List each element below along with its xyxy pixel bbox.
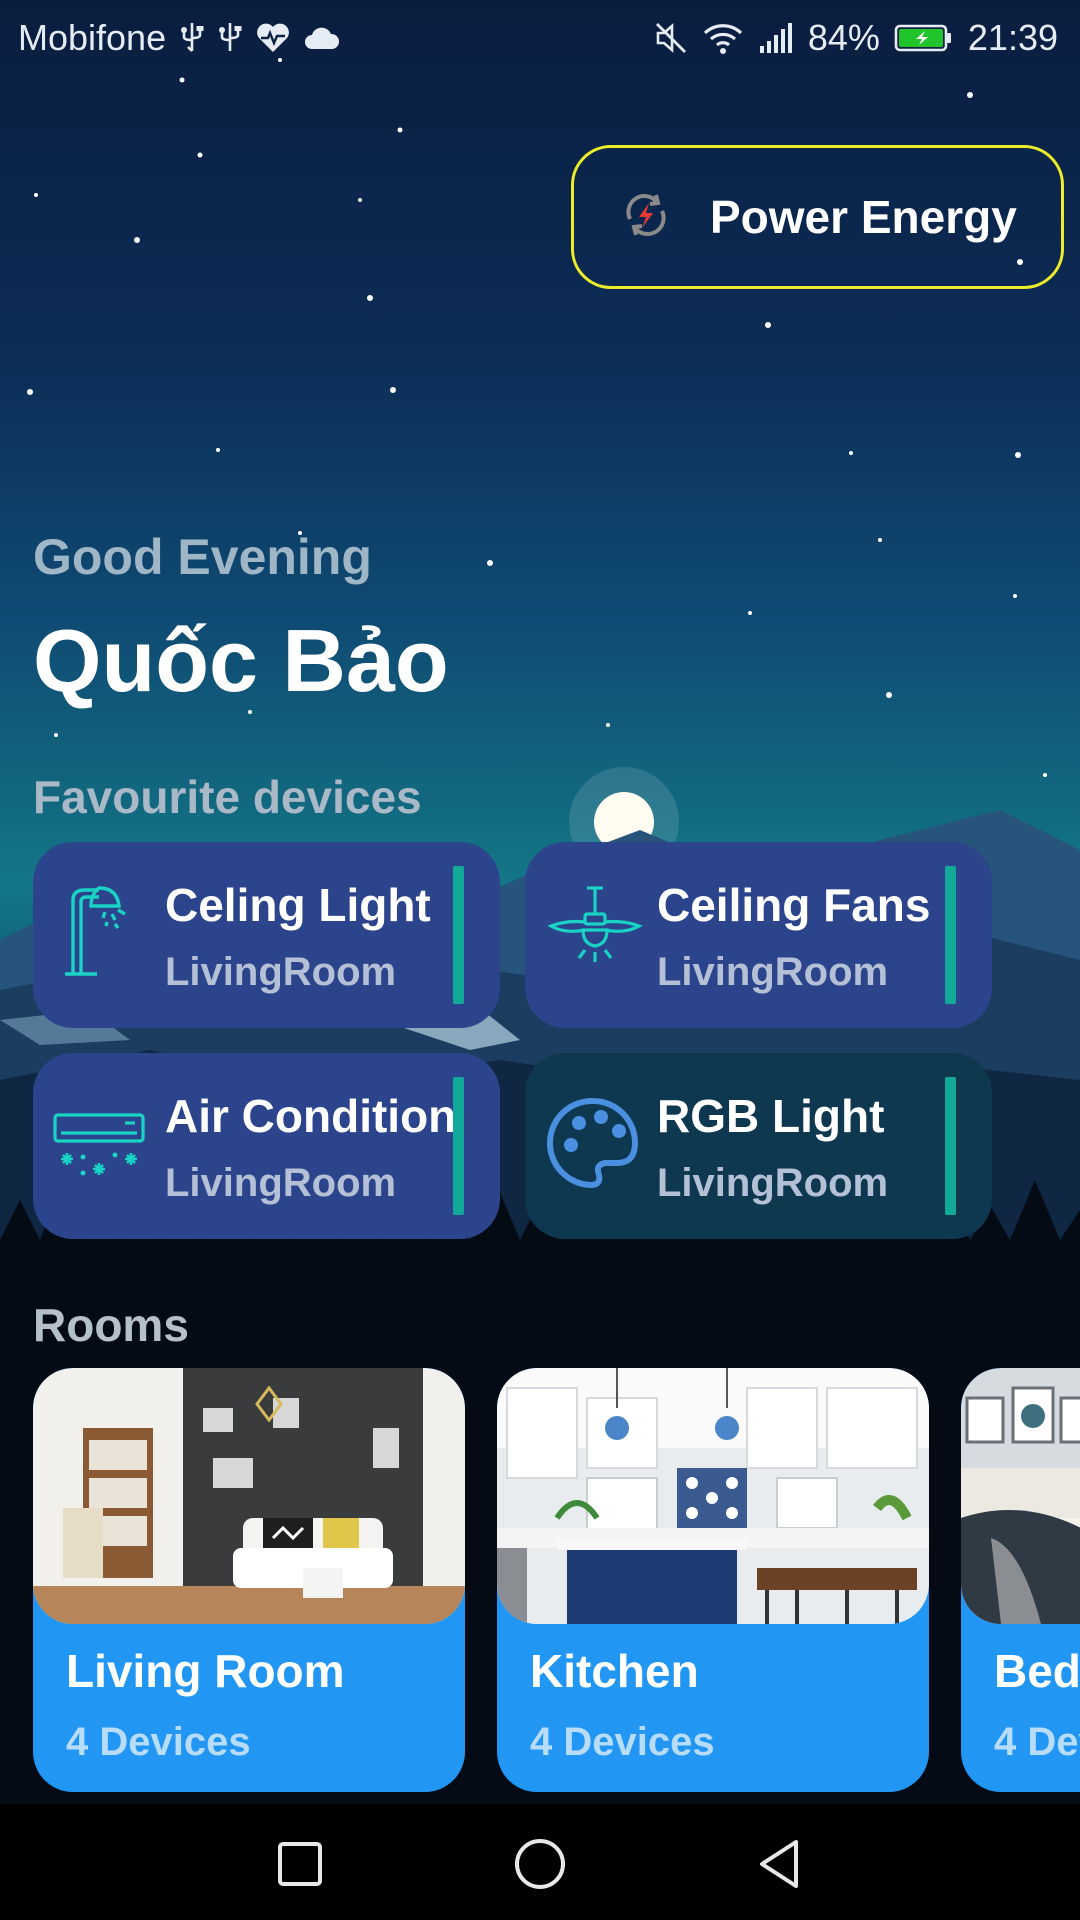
bedroom-photo <box>961 1368 1080 1624</box>
room-device-count: 4 Devices <box>994 1720 1080 1764</box>
living-room-photo <box>33 1368 465 1624</box>
device-room: LivingRoom <box>657 1161 889 1205</box>
clock: 21:39 <box>967 17 1058 58</box>
greeting-text: Good Evening <box>33 529 372 585</box>
device-name: RGB Light <box>657 1090 885 1142</box>
desk-lamp-icon <box>55 886 155 986</box>
device-card-rgb-light[interactable]: RGB Light LivingRoom <box>525 1053 992 1239</box>
power-energy-button[interactable]: Power Energy <box>571 145 1064 289</box>
status-bar: Mobifone 84% 21:39 <box>0 0 1080 76</box>
carrier-name: Mobifone <box>18 17 167 58</box>
device-status-bar <box>945 1077 956 1215</box>
usb-icon <box>218 18 242 58</box>
home-screen: Mobifone 84% 21:39 Power Energy Good Eve… <box>0 0 1080 1920</box>
cloud-icon <box>304 18 340 58</box>
device-name: Air Condition <box>165 1090 457 1142</box>
system-navigation-bar <box>0 1804 1080 1920</box>
air-conditioner-icon <box>53 1111 153 1211</box>
device-card-ceiling-fans[interactable]: Ceiling Fans LivingRoom <box>525 842 992 1028</box>
palette-icon <box>547 1097 647 1197</box>
device-room: LivingRoom <box>165 1161 397 1205</box>
room-name: Living Room <box>66 1645 345 1697</box>
device-name: Ceiling Fans <box>657 879 931 931</box>
mute-icon <box>654 18 688 58</box>
ceiling-fan-icon <box>547 886 647 986</box>
power-energy-icon <box>622 191 670 244</box>
device-status-bar <box>945 866 956 1004</box>
usb-icon <box>180 18 204 58</box>
signal-icon <box>758 18 794 58</box>
user-name: Quốc Bảo <box>33 611 449 710</box>
power-energy-label: Power Energy <box>710 191 1017 243</box>
favourite-devices-heading: Favourite devices <box>33 771 422 823</box>
device-name: Celing Light <box>165 879 431 931</box>
room-device-count: 4 Devices <box>66 1720 251 1764</box>
device-card-air-condition[interactable]: Air Condition LivingRoom <box>33 1053 500 1239</box>
room-device-count: 4 Devices <box>530 1720 715 1764</box>
device-status-bar <box>453 866 464 1004</box>
room-card-bedroom[interactable]: Bedroom 4 Devices <box>961 1368 1080 1792</box>
room-name: Kitchen <box>530 1645 699 1697</box>
device-room: LivingRoom <box>165 950 397 994</box>
recents-icon[interactable] <box>270 1834 330 1894</box>
battery-percent: 84% <box>807 17 880 58</box>
back-icon[interactable] <box>750 1834 810 1894</box>
room-card-living-room[interactable]: Living Room 4 Devices <box>33 1368 465 1792</box>
room-name: Bedroom <box>994 1645 1080 1697</box>
battery-charging-icon <box>894 18 954 58</box>
kitchen-photo <box>497 1368 929 1624</box>
rooms-heading: Rooms <box>33 1299 189 1351</box>
device-room: LivingRoom <box>657 950 889 994</box>
room-card-kitchen[interactable]: Kitchen 4 Devices <box>497 1368 929 1792</box>
home-icon[interactable] <box>510 1834 570 1894</box>
health-icon <box>256 18 290 58</box>
device-status-bar <box>453 1077 464 1215</box>
device-card-ceiling-light[interactable]: Celing Light LivingRoom <box>33 842 500 1028</box>
wifi-icon <box>702 18 744 58</box>
